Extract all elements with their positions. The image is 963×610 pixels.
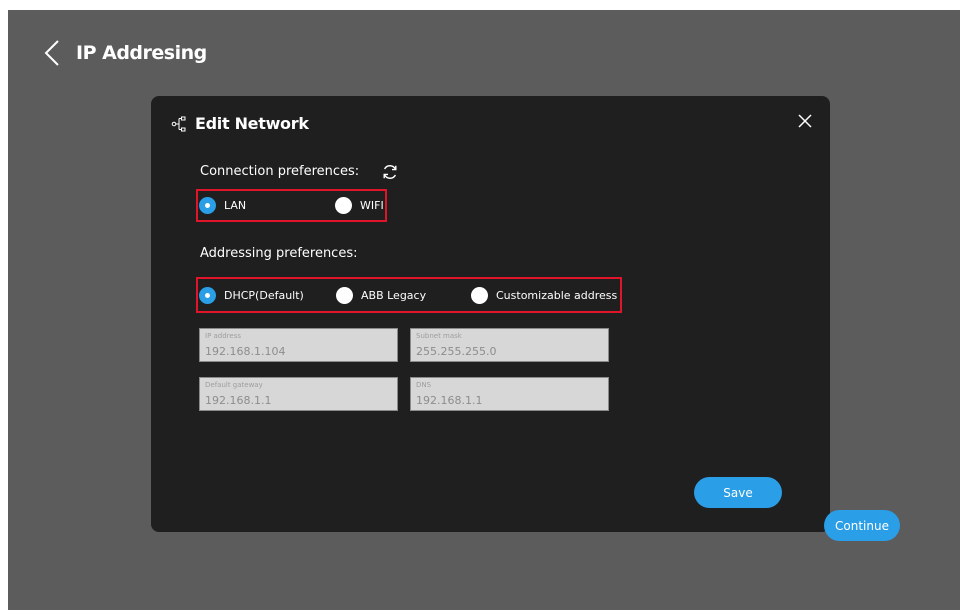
ip-address-label: IP address [205,332,242,340]
close-icon[interactable] [797,113,813,129]
radio-label-wifi: WIFI [360,199,384,212]
radio-customizable-address[interactable]: Customizable address [471,287,617,304]
network-icon [171,116,186,132]
radio-indicator[interactable] [335,197,352,214]
radio-wifi[interactable]: WIFI [335,197,384,214]
connection-preferences-label: Connection preferences: [200,164,360,179]
dns-field[interactable]: DNS [410,377,609,411]
ip-address-field[interactable]: IP address [199,328,398,362]
subnet-mask-label: Subnet mask [416,332,462,340]
subnet-mask-field[interactable]: Subnet mask [410,328,609,362]
screen: IP Addresing Edit Network Connection pre… [8,10,960,610]
dns-input[interactable] [416,394,596,407]
radio-indicator[interactable] [199,287,216,304]
radio-label-customizable-address: Customizable address [496,289,618,302]
default-gateway-input[interactable] [205,394,385,407]
radio-indicator[interactable] [199,197,216,214]
continue-button[interactable]: Continue [824,510,900,541]
dns-label: DNS [416,381,432,389]
subnet-mask-input[interactable] [416,345,596,358]
radio-indicator[interactable] [471,287,488,304]
modal-title: Edit Network [195,114,309,133]
radio-lan[interactable]: LAN [199,197,246,214]
default-gateway-field[interactable]: Default gateway [199,377,398,411]
chevron-left-icon[interactable] [41,38,65,68]
radio-abb-legacy[interactable]: ABB Legacy [336,287,426,304]
page-title: IP Addresing [76,42,207,64]
ip-address-input[interactable] [205,345,385,358]
radio-dhcp[interactable]: DHCP(Default) [199,287,304,304]
radio-label-lan: LAN [224,199,247,212]
save-button[interactable]: Save [694,477,782,508]
addressing-preferences-label: Addressing preferences: [200,246,358,261]
radio-indicator[interactable] [336,287,353,304]
refresh-icon[interactable] [381,163,399,181]
radio-label-dhcp: DHCP(Default) [224,289,304,302]
default-gateway-label: Default gateway [205,381,263,389]
radio-label-abb-legacy: ABB Legacy [361,289,427,302]
edit-network-dialog: Edit Network Connection preferences: LAN… [151,96,830,532]
